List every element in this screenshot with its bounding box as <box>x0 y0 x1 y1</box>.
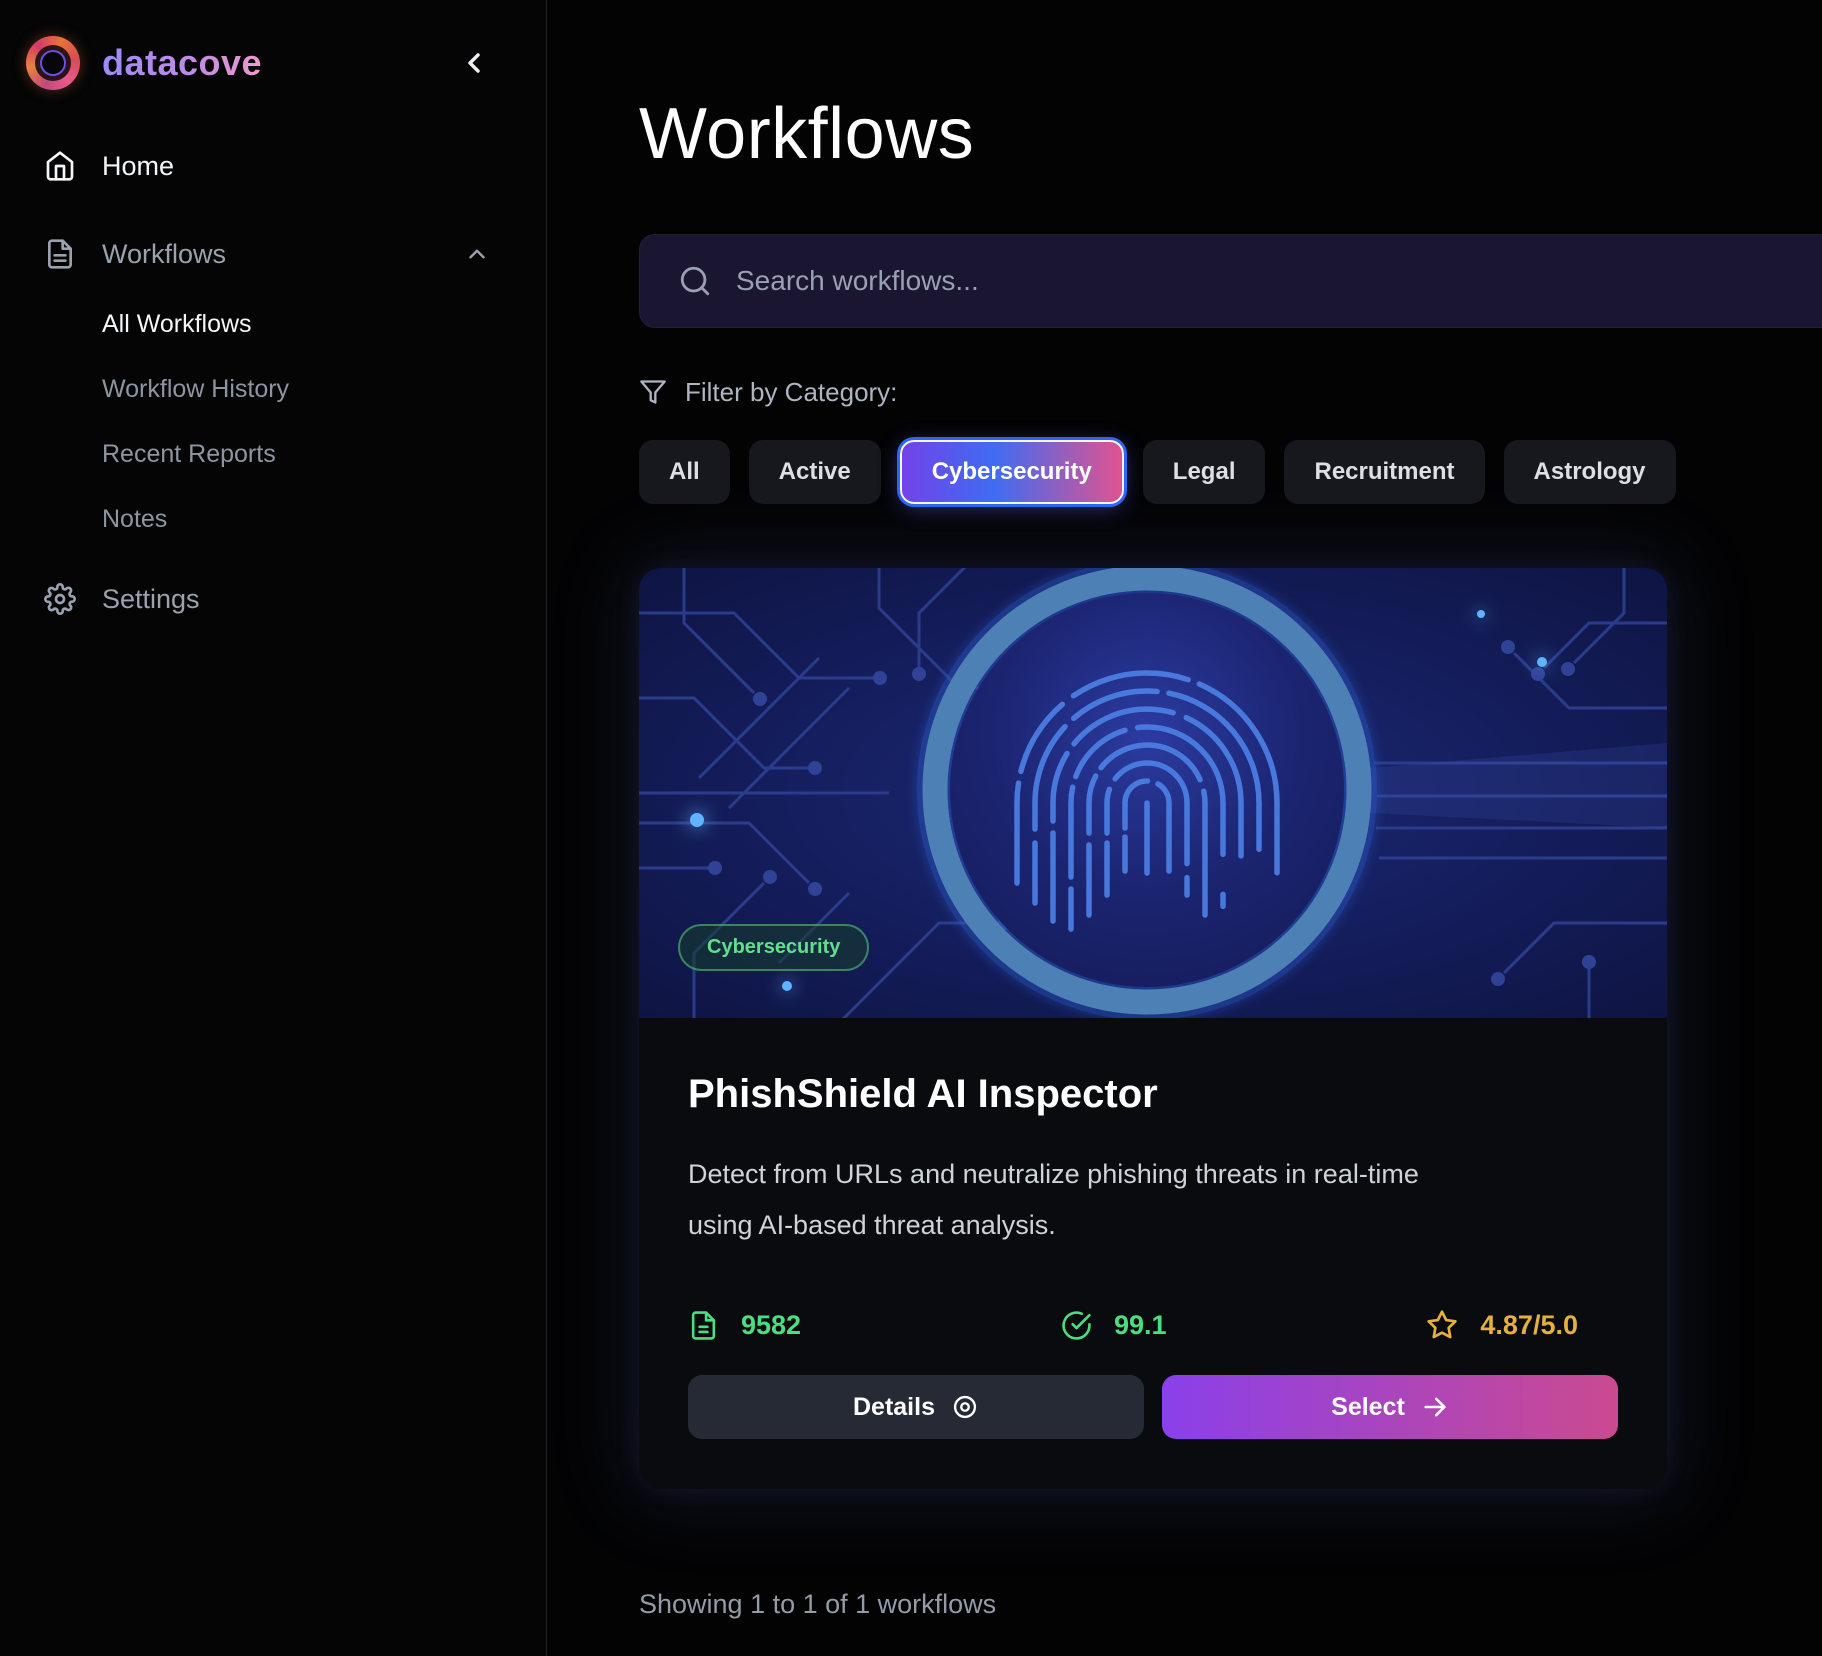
select-button-label: Select <box>1331 1392 1405 1421</box>
details-button[interactable]: Details <box>688 1375 1144 1439</box>
workflow-card-stats: 9582 99.1 4.87/5.0 <box>688 1309 1618 1341</box>
sidebar-item-workflows[interactable]: Workflows <box>0 226 546 282</box>
target-eye-icon <box>951 1393 979 1421</box>
filter-label: Filter by Category: <box>685 376 898 407</box>
sidebar-item-label: Settings <box>102 583 200 614</box>
brand-name: datacove <box>102 42 263 83</box>
sidebar-item-workflow-history[interactable]: Workflow History <box>0 365 546 413</box>
workflow-card-body: PhishShield AI Inspector Detect from URL… <box>639 1018 1667 1489</box>
app-window: datacove Home Workflows All Workflows Wo… <box>0 0 1822 1656</box>
check-circle-icon <box>1061 1310 1092 1341</box>
sidebar: datacove Home Workflows All Workflows Wo… <box>0 0 547 1656</box>
stat-rating: 4.87/5.0 <box>1426 1309 1578 1341</box>
star-icon <box>1426 1309 1458 1341</box>
search-icon <box>678 264 712 298</box>
sidebar-collapse-button[interactable] <box>458 47 490 79</box>
sidebar-item-label: Notes <box>102 504 168 533</box>
sidebar-nav: Home Workflows All Workflows Workflow Hi… <box>0 92 546 627</box>
search-input[interactable] <box>736 265 1822 297</box>
sidebar-item-home[interactable]: Home <box>0 138 546 194</box>
gear-icon <box>44 583 76 615</box>
sidebar-item-label: Workflow History <box>102 374 290 403</box>
results-summary: Showing 1 to 1 of 1 workflows <box>639 1589 997 1619</box>
stat-documents: 9582 <box>688 1310 801 1341</box>
sidebar-item-label: Home <box>102 150 175 181</box>
stat-rating-value: 4.87/5.0 <box>1480 1309 1578 1340</box>
brand-row: datacove <box>0 34 546 92</box>
category-badge: Cybersecurity <box>678 924 870 971</box>
filter-row: Filter by Category: <box>639 374 1822 410</box>
brand-logo-icon <box>26 36 80 90</box>
chip-active[interactable]: Active <box>748 440 881 504</box>
chip-recruitment[interactable]: Recruitment <box>1284 440 1485 504</box>
workflow-card: Cybersecurity PhishShield AI Inspector D… <box>639 568 1667 1489</box>
sidebar-item-label: Recent Reports <box>102 439 276 468</box>
chip-all[interactable]: All <box>639 440 730 504</box>
workflow-card-image: Cybersecurity <box>639 568 1667 1018</box>
home-icon <box>44 150 76 182</box>
file-text-icon <box>44 238 76 270</box>
main-content: Workflows Filter by Category: All Active… <box>547 0 1822 1656</box>
page-title: Workflows <box>639 94 975 174</box>
chip-cybersecurity[interactable]: Cybersecurity <box>899 440 1124 504</box>
sidebar-item-settings[interactable]: Settings <box>0 571 546 627</box>
funnel-icon <box>639 378 667 406</box>
workflow-card-actions: Details Select <box>688 1375 1618 1439</box>
stat-documents-value: 9582 <box>741 1309 802 1340</box>
stat-score: 99.1 <box>1061 1310 1167 1341</box>
chevron-left-icon <box>458 47 490 79</box>
chip-astrology[interactable]: Astrology <box>1503 440 1676 504</box>
search-bar <box>639 234 1822 328</box>
sidebar-item-all-workflows[interactable]: All Workflows <box>0 300 546 348</box>
brand-logo-center <box>40 50 66 76</box>
chip-legal[interactable]: Legal <box>1142 440 1266 504</box>
stat-score-value: 99.1 <box>1113 1309 1167 1340</box>
category-chips: All Active Cybersecurity Legal Recruitme… <box>639 440 1822 504</box>
select-button[interactable]: Select <box>1162 1375 1618 1439</box>
details-button-label: Details <box>853 1392 935 1421</box>
sidebar-item-label: All Workflows <box>102 309 252 338</box>
sidebar-item-recent-reports[interactable]: Recent Reports <box>0 430 546 478</box>
workflows-sub-list: All Workflows Workflow History Recent Re… <box>0 300 546 543</box>
file-text-icon <box>688 1310 719 1341</box>
chevron-up-icon <box>464 241 490 267</box>
sidebar-item-label: Workflows <box>102 238 227 269</box>
workflow-card-title: PhishShield AI Inspector <box>688 1072 1158 1116</box>
arrow-right-icon <box>1421 1393 1449 1421</box>
sidebar-item-notes[interactable]: Notes <box>0 495 546 543</box>
workflow-card-description: Detect from URLs and neutralize phishing… <box>688 1159 1419 1240</box>
